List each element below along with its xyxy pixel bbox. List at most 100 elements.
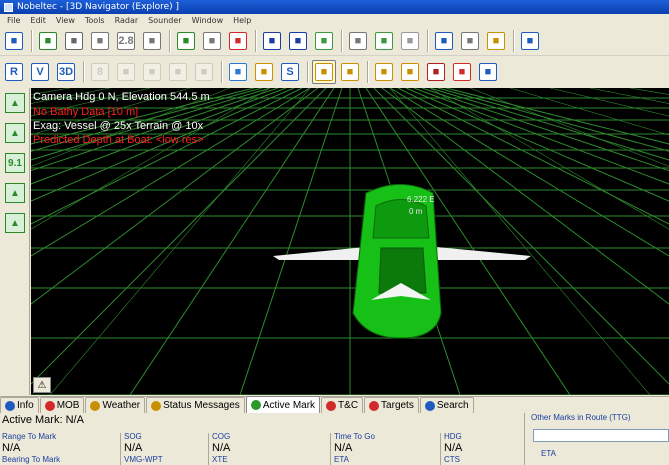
zoom-level-button[interactable]: 2.8 <box>114 29 138 53</box>
split-view-icon: ■ <box>435 32 453 50</box>
no-entry-icon: ■ <box>401 32 419 50</box>
notes-icon: ■ <box>521 32 539 50</box>
tab-mob[interactable]: MOB <box>39 397 85 413</box>
readout-cog: COG N/A XTE <box>212 432 230 464</box>
tilt-view-icon: ▲ <box>5 93 25 113</box>
mob-tab-icon <box>44 400 55 411</box>
north-up-button[interactable]: ■ <box>346 29 370 53</box>
menu-file[interactable]: File <box>2 16 25 25</box>
document-button[interactable]: ■ <box>140 60 164 84</box>
books-button[interactable]: ■ <box>338 60 362 84</box>
red-night-button[interactable]: ■ <box>424 60 448 84</box>
menu-window[interactable]: Window <box>187 16 229 25</box>
select-button[interactable]: ■ <box>140 29 164 53</box>
alarm-button[interactable]: ■ <box>312 59 336 84</box>
speed-button[interactable]: 9.1 <box>2 150 28 176</box>
predicted-depth-info: Predicted Depth at Boat: <low res> <box>33 134 204 146</box>
record-button[interactable]: ■ <box>450 60 474 84</box>
tide-icon: ■ <box>255 62 273 81</box>
vessel-forward-button[interactable]: ▲ <box>2 180 28 206</box>
menu-edit[interactable]: Edit <box>25 16 51 25</box>
tab-label: Status Messages <box>163 400 240 411</box>
toolbar-separator <box>169 30 171 52</box>
measure-icon: ■ <box>91 32 109 50</box>
tide-button[interactable]: ■ <box>252 60 276 84</box>
readout-sog: SOG N/A VMG-WPT <box>124 432 163 464</box>
chart-icon: ■ <box>5 32 23 50</box>
night-mode-button[interactable]: ■ <box>372 60 396 84</box>
tab-label: Search <box>436 400 469 411</box>
boat-position-label: 6.222 E <box>407 195 435 204</box>
3d-viewport[interactable]: Camera Hdg 0 N, Elevation 544.5 m No Bat… <box>31 88 669 395</box>
measure-button[interactable]: ■ <box>88 29 112 53</box>
boat-center-button[interactable]: ■ <box>174 29 198 53</box>
chart-button[interactable]: ■ <box>2 29 26 53</box>
menu-radar[interactable]: Radar <box>110 16 144 25</box>
layers-button[interactable]: ■ <box>458 29 482 53</box>
lifebuoy-button[interactable]: ■ <box>226 29 250 53</box>
tab-active-mark[interactable]: Active Mark <box>245 396 321 413</box>
wrench-button[interactable]: ■ <box>62 29 86 53</box>
night-mode-icon: ■ <box>375 62 393 81</box>
split-view-button[interactable]: ■ <box>432 29 456 53</box>
3d-view-button[interactable]: 3D <box>54 60 78 84</box>
pencil-button[interactable]: ■ <box>312 29 336 53</box>
toolbar-separator <box>307 60 309 83</box>
document-2-button[interactable]: ■ <box>166 60 190 84</box>
layer-8-button[interactable]: 8 <box>88 60 112 84</box>
readout-value: N/A <box>444 442 463 454</box>
app-window: Nobeltec - [3D Navigator (Explore) ] Fil… <box>0 0 669 465</box>
pencil-icon: ■ <box>315 32 333 50</box>
menu-sounder[interactable]: Sounder <box>143 16 186 25</box>
warning-icon[interactable]: ⚠ <box>33 377 51 393</box>
tab-weather[interactable]: Weather <box>85 397 146 413</box>
tab-warning[interactable]: Status Messages <box>146 397 245 413</box>
select-icon: ■ <box>143 32 161 50</box>
tab-label: Active Mark <box>262 399 316 411</box>
readout-label: Bearing To Mark <box>2 455 61 464</box>
vector-chart-button[interactable]: V <box>28 60 52 84</box>
zoom-out-button[interactable]: ■ <box>260 29 284 53</box>
pan-button[interactable]: ■ <box>200 29 224 53</box>
readout-label: VMG-WPT <box>124 455 163 464</box>
no-entry-button[interactable]: ■ <box>398 29 422 53</box>
pen-button[interactable]: ■ <box>372 29 396 53</box>
tab-label: Targets <box>381 400 414 411</box>
other-marks-field[interactable] <box>533 429 669 442</box>
zoom-in-button[interactable]: ■ <box>286 29 310 53</box>
toolbar-separator <box>83 60 85 83</box>
layer-button[interactable]: ■ <box>114 60 138 84</box>
heading-button[interactable]: ▲ <box>2 120 28 146</box>
readout-label: ETA <box>334 455 349 464</box>
add-vessel-button[interactable]: ▲ <box>2 210 28 236</box>
app-icon <box>4 2 13 12</box>
column-divider <box>120 433 121 465</box>
menu-tools[interactable]: Tools <box>80 16 110 25</box>
tab-label: T&C <box>338 400 359 411</box>
tab-info[interactable]: Info <box>0 397 39 413</box>
title-bar: Nobeltec - [3D Navigator (Explore) ] <box>0 0 669 14</box>
dusk-mode-button[interactable]: ■ <box>398 60 422 84</box>
tab-search[interactable]: Search <box>419 397 474 413</box>
tab-targets[interactable]: Targets <box>364 397 419 413</box>
current-icon: S <box>281 62 299 81</box>
warning-tab-icon <box>151 400 162 411</box>
tab-tc[interactable]: T&C <box>321 397 364 413</box>
tilt-view-button[interactable]: ▲ <box>2 90 28 116</box>
settings-button[interactable]: ■ <box>484 29 508 53</box>
readout-value: N/A <box>334 442 353 454</box>
sensors-button[interactable]: ■ <box>476 60 500 84</box>
info-button[interactable]: ■ <box>192 60 216 84</box>
globe-button[interactable]: ■ <box>226 60 250 84</box>
readout-time-to-go: Time To Go N/A ETA <box>334 432 375 464</box>
toolbar-separator <box>255 30 257 52</box>
notes-button[interactable]: ■ <box>518 29 542 53</box>
route-button[interactable]: ■ <box>36 29 60 53</box>
menu-help[interactable]: Help <box>228 16 256 25</box>
readout-label: CTS <box>444 455 460 464</box>
raster-chart-button[interactable]: R <box>2 60 26 84</box>
red-night-icon: ■ <box>427 62 445 81</box>
current-button[interactable]: S <box>278 60 302 84</box>
readout-label: COG <box>212 432 231 441</box>
menu-view[interactable]: View <box>51 16 80 25</box>
